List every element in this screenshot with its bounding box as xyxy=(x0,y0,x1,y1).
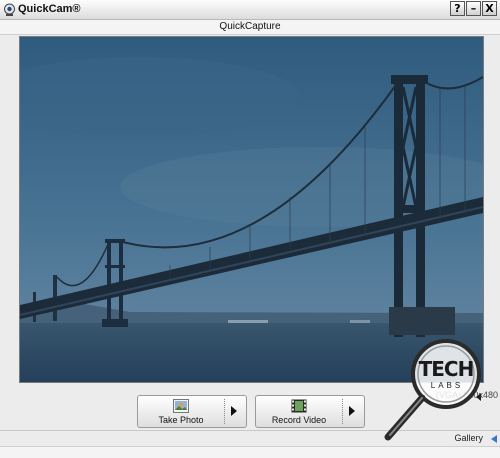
bridge-preview-image xyxy=(20,37,483,382)
resolution-left-arrow-icon[interactable] xyxy=(476,393,481,401)
divider xyxy=(342,399,344,424)
status-strip xyxy=(0,446,500,458)
take-photo-label: Take Photo xyxy=(158,415,204,425)
resolution-label[interactable]: (VGA) 640x480 xyxy=(436,390,498,400)
film-icon xyxy=(291,399,307,413)
close-button[interactable]: X xyxy=(482,1,497,16)
title-bar: QuickCam® ? – X xyxy=(0,0,500,20)
record-video-main[interactable]: Record Video xyxy=(256,396,342,427)
minimize-button[interactable]: – xyxy=(466,1,481,16)
record-video-label: Record Video xyxy=(271,415,327,425)
watermark-logo-text: TECH xyxy=(418,357,475,381)
window-title: QuickCam® xyxy=(18,3,81,15)
gallery-expand-arrow-icon[interactable] xyxy=(491,435,497,443)
status-bar: Gallery xyxy=(0,430,500,458)
record-video-options-arrow-icon[interactable] xyxy=(349,406,355,416)
divider xyxy=(224,399,226,424)
header-bar: QuickCapture xyxy=(0,20,500,35)
take-photo-button[interactable]: Take Photo xyxy=(137,395,247,428)
watermark-logo-subtext: LABS xyxy=(430,381,464,390)
camera-preview xyxy=(19,36,484,383)
gallery-link[interactable]: Gallery xyxy=(454,433,483,443)
webcam-icon xyxy=(4,3,15,16)
photo-icon xyxy=(173,399,189,413)
help-button[interactable]: ? xyxy=(450,1,465,16)
page-title: QuickCapture xyxy=(219,21,281,32)
take-photo-options-arrow-icon[interactable] xyxy=(231,406,237,416)
take-photo-main[interactable]: Take Photo xyxy=(138,396,224,427)
record-video-button[interactable]: Record Video xyxy=(255,395,365,428)
